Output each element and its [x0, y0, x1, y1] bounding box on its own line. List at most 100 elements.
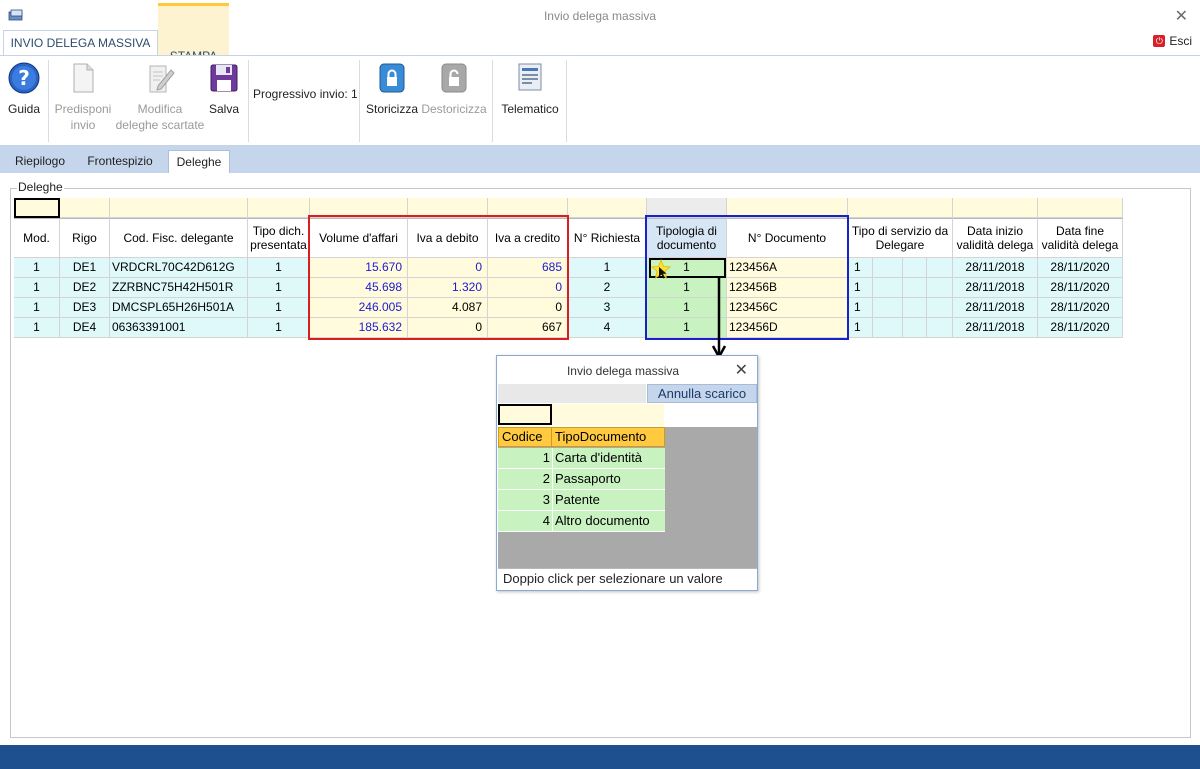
window-close-icon[interactable]: ✕	[1175, 6, 1188, 26]
table-cell[interactable]: DE3	[60, 298, 110, 318]
ribbon-tab-row: INVIO DELEGA MASSIVA STAMPA ⏻ Esci	[0, 3, 1200, 63]
filter-cell[interactable]	[1038, 198, 1123, 218]
ribbon-separator	[48, 60, 49, 142]
table-cell[interactable]: 1	[568, 258, 647, 278]
table-cell[interactable]: 1	[14, 298, 60, 318]
tab-frontespizio[interactable]: Frontespizio	[78, 150, 162, 173]
edit-document-icon	[149, 65, 175, 93]
filter-cell[interactable]	[848, 198, 953, 218]
table-cell[interactable]: DE1	[60, 258, 110, 278]
table-cell[interactable]: 28/11/2018	[953, 318, 1038, 338]
popup-list-item[interactable]: 3 Patente	[498, 490, 665, 511]
salva-button[interactable]: Salva	[206, 62, 242, 117]
progressivo-invio-label: Progressivo invio: 1	[253, 87, 358, 101]
cell-divider	[872, 258, 873, 277]
destoricizza-button[interactable]: Destoricizza	[421, 62, 487, 117]
predisponi-label-2: invio	[70, 118, 96, 132]
status-bar	[0, 745, 1200, 769]
table-cell[interactable]: DE4	[60, 318, 110, 338]
popup-close-icon[interactable]: ✕	[735, 360, 748, 380]
table-cell[interactable]: 3	[568, 298, 647, 318]
esci-button[interactable]: ⏻ Esci	[1153, 34, 1192, 48]
storicizza-label: Storicizza	[365, 102, 418, 116]
tab-stampa[interactable]: STAMPA	[158, 3, 229, 63]
table-cell[interactable]: ZZRBNC75H42H501R	[110, 278, 248, 298]
popup-row-divider	[552, 469, 553, 490]
modifica-deleghe-scartate-button[interactable]: Modifica deleghe scartate	[114, 62, 206, 133]
column-header[interactable]: N° Richiesta	[568, 218, 647, 258]
telematico-button[interactable]: Telematico	[498, 62, 562, 117]
filter-cell[interactable]	[14, 198, 60, 218]
esci-label: Esci	[1169, 34, 1192, 48]
ribbon-separator	[359, 60, 360, 142]
column-header[interactable]: Tipo dich. presentata	[248, 218, 310, 258]
filter-cell[interactable]	[110, 198, 248, 218]
popup-row-divider	[552, 448, 553, 469]
table-cell[interactable]: 28/11/2020	[1038, 258, 1123, 278]
popup-codice: 3	[542, 492, 550, 507]
table-cell[interactable]: 1	[248, 278, 310, 298]
filter-cell[interactable]	[568, 198, 647, 218]
filter-cell[interactable]	[248, 198, 310, 218]
table-cell[interactable]: 1	[848, 258, 953, 278]
popup-tipo-documento: Passaporto	[555, 471, 621, 486]
guida-button[interactable]: ? Guida	[6, 62, 42, 117]
table-cell[interactable]: 06363391001	[110, 318, 248, 338]
column-header[interactable]: Data fine validità delega	[1038, 218, 1123, 258]
column-header[interactable]: Rigo	[60, 218, 110, 258]
filter-cell[interactable]	[953, 198, 1038, 218]
popup-codice: 2	[542, 471, 550, 486]
tab-deleghe[interactable]: Deleghe	[168, 150, 230, 173]
storicizza-button[interactable]: Storicizza	[365, 62, 419, 117]
table-cell[interactable]: 28/11/2020	[1038, 278, 1123, 298]
table-cell[interactable]: VRDCRL70C42D612G	[110, 258, 248, 278]
table-cell[interactable]: 1	[248, 298, 310, 318]
table-cell[interactable]: 28/11/2018	[953, 278, 1038, 298]
table-cell[interactable]: 2	[568, 278, 647, 298]
table-cell[interactable]: 1	[14, 258, 60, 278]
tab-invio-delega-massiva[interactable]: INVIO DELEGA MASSIVA	[3, 30, 158, 55]
cell-text: 1	[854, 320, 861, 334]
header-codice[interactable]: Codice	[502, 428, 542, 446]
cell-divider	[902, 318, 903, 337]
table-cell[interactable]: 1	[248, 318, 310, 338]
popup-filter-codice[interactable]	[498, 404, 552, 425]
ribbon-separator	[566, 60, 567, 142]
table-cell[interactable]: 1	[848, 298, 953, 318]
table-cell[interactable]: 28/11/2018	[953, 258, 1038, 278]
table-cell[interactable]: 1	[848, 278, 953, 298]
column-header[interactable]: Tipo di servizio da Delegare	[848, 218, 953, 258]
telematico-label: Telematico	[501, 102, 559, 116]
ribbon-separator	[492, 60, 493, 142]
table-cell[interactable]: 28/11/2020	[1038, 298, 1123, 318]
table-cell[interactable]: 1	[848, 318, 953, 338]
tab-riepilogo[interactable]: Riepilogo	[5, 150, 75, 173]
application-window: Invio delega massiva ✕ INVIO DELEGA MASS…	[0, 0, 1200, 769]
table-cell[interactable]: 1	[14, 278, 60, 298]
telematico-icon	[518, 63, 542, 91]
popup-toolbar-spacer	[498, 384, 646, 403]
table-cell[interactable]: 28/11/2018	[953, 298, 1038, 318]
document-icon	[73, 63, 94, 93]
modifica-label-2: deleghe scartate	[115, 118, 205, 132]
predisponi-invio-button[interactable]: Predisponi invio	[52, 62, 114, 133]
popup-list-item[interactable]: 1 Carta d'identità	[498, 448, 665, 469]
popup-list-item[interactable]: 2 Passaporto	[498, 469, 665, 490]
highlight-box-documento	[645, 215, 849, 340]
filter-cell[interactable]	[60, 198, 110, 218]
popup-filter-tipo[interactable]	[552, 404, 664, 425]
table-cell[interactable]: DMCSPL65H26H501A	[110, 298, 248, 318]
annulla-scarico-button[interactable]: Annulla scarico	[647, 384, 757, 403]
column-header[interactable]: Mod.	[14, 218, 60, 258]
table-cell[interactable]: 28/11/2020	[1038, 318, 1123, 338]
column-header[interactable]: Data inizio validità delega	[953, 218, 1038, 258]
cell-divider	[926, 258, 927, 277]
table-cell[interactable]: 1	[248, 258, 310, 278]
table-cell[interactable]: DE2	[60, 278, 110, 298]
table-cell[interactable]: 4	[568, 318, 647, 338]
salva-label: Salva	[208, 102, 240, 116]
popup-list-item[interactable]: 4 Altro documento	[498, 511, 665, 532]
table-cell[interactable]: 1	[14, 318, 60, 338]
column-header[interactable]: Cod. Fisc. delegante	[110, 218, 248, 258]
header-tipo-documento[interactable]: TipoDocumento	[555, 428, 646, 446]
